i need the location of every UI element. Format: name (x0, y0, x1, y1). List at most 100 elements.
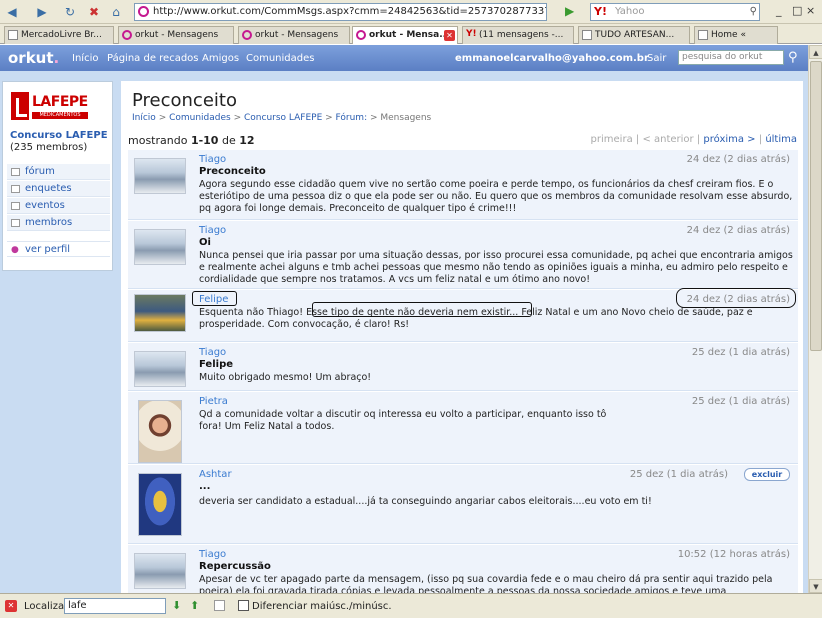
close-tab-icon[interactable]: ✕ (444, 30, 455, 41)
orkut-logo[interactable]: orkut. (8, 49, 59, 67)
nav-comunidades-link[interactable]: Comunidades (246, 53, 314, 64)
pager-next[interactable]: próxima > (703, 134, 755, 145)
post-author-link[interactable]: Pietra (199, 396, 228, 407)
tab-orkut-2[interactable]: orkut - Mensagens (238, 26, 350, 44)
tab-yahoo[interactable]: Y! (11 mensagens -... (462, 26, 574, 44)
post-author-link[interactable]: Tiago (199, 225, 226, 236)
sidebar-item-forum[interactable]: fórum (7, 164, 110, 180)
avatar[interactable] (134, 351, 186, 387)
orkut-icon (122, 30, 132, 40)
find-input[interactable]: lafe (64, 598, 166, 614)
lafepe-logo-text: LAFEPE (32, 94, 88, 110)
sidebar-item-events[interactable]: eventos (7, 198, 110, 214)
delete-post-button[interactable]: excluir (744, 468, 790, 481)
avatar[interactable] (134, 158, 186, 194)
breadcrumb-home[interactable]: Início (132, 113, 156, 123)
tab-label: (11 mensagens -... (479, 30, 564, 40)
post-author-link[interactable]: Tiago (199, 549, 226, 560)
members-icon (11, 219, 20, 227)
avatar[interactable] (138, 400, 182, 463)
nav-amigos-link[interactable]: Amigos (202, 53, 239, 64)
post-date: 24 dez (2 dias atrás) (686, 225, 790, 236)
address-bar[interactable]: http://www.orkut.com/CommMsgs.aspx?cmm=2… (134, 3, 547, 21)
post-author-link[interactable]: Tiago (199, 154, 226, 165)
pager-last[interactable]: última (765, 134, 797, 145)
sidebar-item-members[interactable]: membros (7, 215, 110, 231)
lafepe-logo-mark (11, 92, 29, 120)
orkut-search-input[interactable]: pesquisa do orkut (678, 50, 784, 65)
back-icon[interactable]: ◀ (4, 4, 20, 20)
match-case-label: Diferenciar maiúsc./minúsc. (252, 601, 392, 612)
page-scrollbar[interactable]: ▲ ▼ (808, 45, 822, 593)
post-body: Apesar de vc ter apagado parte da mensag… (199, 574, 773, 593)
post-body: Agora segundo esse cidadão quem vive no … (199, 179, 793, 214)
forum-post: Ashtar 25 dez (1 dia atrás) excluir ... … (128, 465, 798, 544)
tab-mercadolivre[interactable]: MercadoLivre Br... (4, 26, 114, 44)
search-icon[interactable]: ⚲ (788, 50, 804, 66)
sidebar-item-polls[interactable]: enquetes (7, 181, 110, 197)
tab-orkut-1[interactable]: orkut - Mensagens (118, 26, 234, 44)
forum-post: Felipe 24 dez (2 dias atrás) Esquenta nã… (128, 288, 798, 342)
forum-topic-panel: Preconceito Início > Comunidades > Concu… (121, 81, 803, 593)
avatar[interactable] (134, 553, 186, 589)
forum-post: Tiago 10:52 (12 horas atrás) Repercussão… (128, 545, 798, 593)
avatar[interactable] (134, 229, 186, 265)
minimize-button[interactable]: _ (776, 4, 782, 17)
home-icon[interactable]: ⌂ (108, 4, 124, 20)
pagination: primeira | < anterior | próxima > | últi… (590, 134, 797, 145)
restore-icon[interactable]: □ (792, 4, 802, 17)
tab-artesanato[interactable]: TUDO ARTESAN... (578, 26, 690, 44)
breadcrumb-separator: > (367, 113, 381, 123)
stop-icon[interactable]: ✖ (86, 4, 102, 20)
tab-orkut-active[interactable]: orkut - Mensa... ✕ (352, 26, 458, 44)
post-body: Nunca pensei que iria passar por uma sit… (199, 250, 793, 285)
tab-label: orkut - Mensa... (369, 30, 450, 40)
scroll-down-icon[interactable]: ▼ (809, 579, 822, 593)
breadcrumb-communities[interactable]: Comunidades (169, 113, 231, 123)
community-name-link[interactable]: Concurso LAFEPE (10, 130, 108, 141)
sidebar-item-label: enquetes (25, 183, 72, 194)
text-annotation-outline (312, 302, 532, 317)
find-previous-icon[interactable]: ⬆ (190, 599, 202, 613)
post-author-link[interactable]: Tiago (199, 347, 226, 358)
search-icon[interactable]: ⚲ (750, 4, 757, 20)
highlight-all-icon[interactable] (214, 600, 225, 611)
forward-icon[interactable]: ▶ (34, 4, 50, 20)
breadcrumb-forum[interactable]: Fórum: (336, 113, 368, 123)
lafepe-logo[interactable]: LAFEPE MEDICAMENTOS (11, 90, 91, 126)
find-next-icon[interactable]: ⬇ (172, 599, 184, 613)
tab-label: orkut - Mensagens (135, 30, 219, 40)
avatar[interactable] (134, 294, 186, 332)
post-body: Muito obrigado mesmo! Um abraço! (199, 372, 372, 383)
nav-inicio-link[interactable]: Início (72, 53, 98, 64)
reload-icon[interactable]: ↻ (62, 4, 78, 20)
scrollbar-thumb[interactable] (810, 61, 822, 351)
scroll-up-icon[interactable]: ▲ (809, 45, 822, 59)
breadcrumb: Início > Comunidades > Concurso LAFEPE >… (132, 113, 431, 123)
breadcrumb-community[interactable]: Concurso LAFEPE (244, 113, 322, 123)
avatar[interactable] (138, 473, 182, 536)
forum-post: Tiago 24 dez (2 dias atrás) Oi Nunca pen… (128, 221, 798, 289)
forum-post: Tiago 24 dez (2 dias atrás) Preconceito … (128, 150, 798, 220)
tab-home[interactable]: Home « (694, 26, 778, 44)
go-icon[interactable]: ▶ (565, 4, 579, 18)
view-profile-label: ver perfil (25, 244, 71, 255)
community-sidebar: LAFEPE MEDICAMENTOS Concurso LAFEPE (235… (2, 81, 113, 271)
view-profile-link[interactable]: ● ver perfil (7, 241, 110, 257)
nav-recados-link[interactable]: Página de recados (107, 53, 199, 64)
forum-post: Tiago 25 dez (1 dia atrás) Felipe Muito … (128, 343, 798, 391)
address-url: http://www.orkut.com/CommMsgs.aspx?cmm=2… (153, 6, 546, 17)
lafepe-logo-subtitle: MEDICAMENTOS (32, 112, 88, 119)
yahoo-search-input[interactable]: Y! Yahoo ⚲ (590, 3, 760, 21)
date-annotation-outline (676, 288, 796, 308)
logout-link[interactable]: Sair (647, 53, 666, 64)
yahoo-icon: Y! (466, 29, 477, 39)
tab-label: TUDO ARTESAN... (595, 30, 675, 40)
results-count: mostrando 1-10 de 12 (128, 134, 255, 147)
users-icon: ● (11, 245, 19, 255)
browser-nav-toolbar: ◀ ▶ ↻ ✖ ⌂ http://www.orkut.com/CommMsgs.… (0, 0, 822, 24)
close-window-button[interactable]: × (806, 4, 815, 17)
post-author-link[interactable]: Ashtar (199, 469, 232, 480)
match-case-checkbox[interactable] (238, 600, 249, 611)
close-find-icon[interactable]: ✕ (5, 600, 17, 612)
